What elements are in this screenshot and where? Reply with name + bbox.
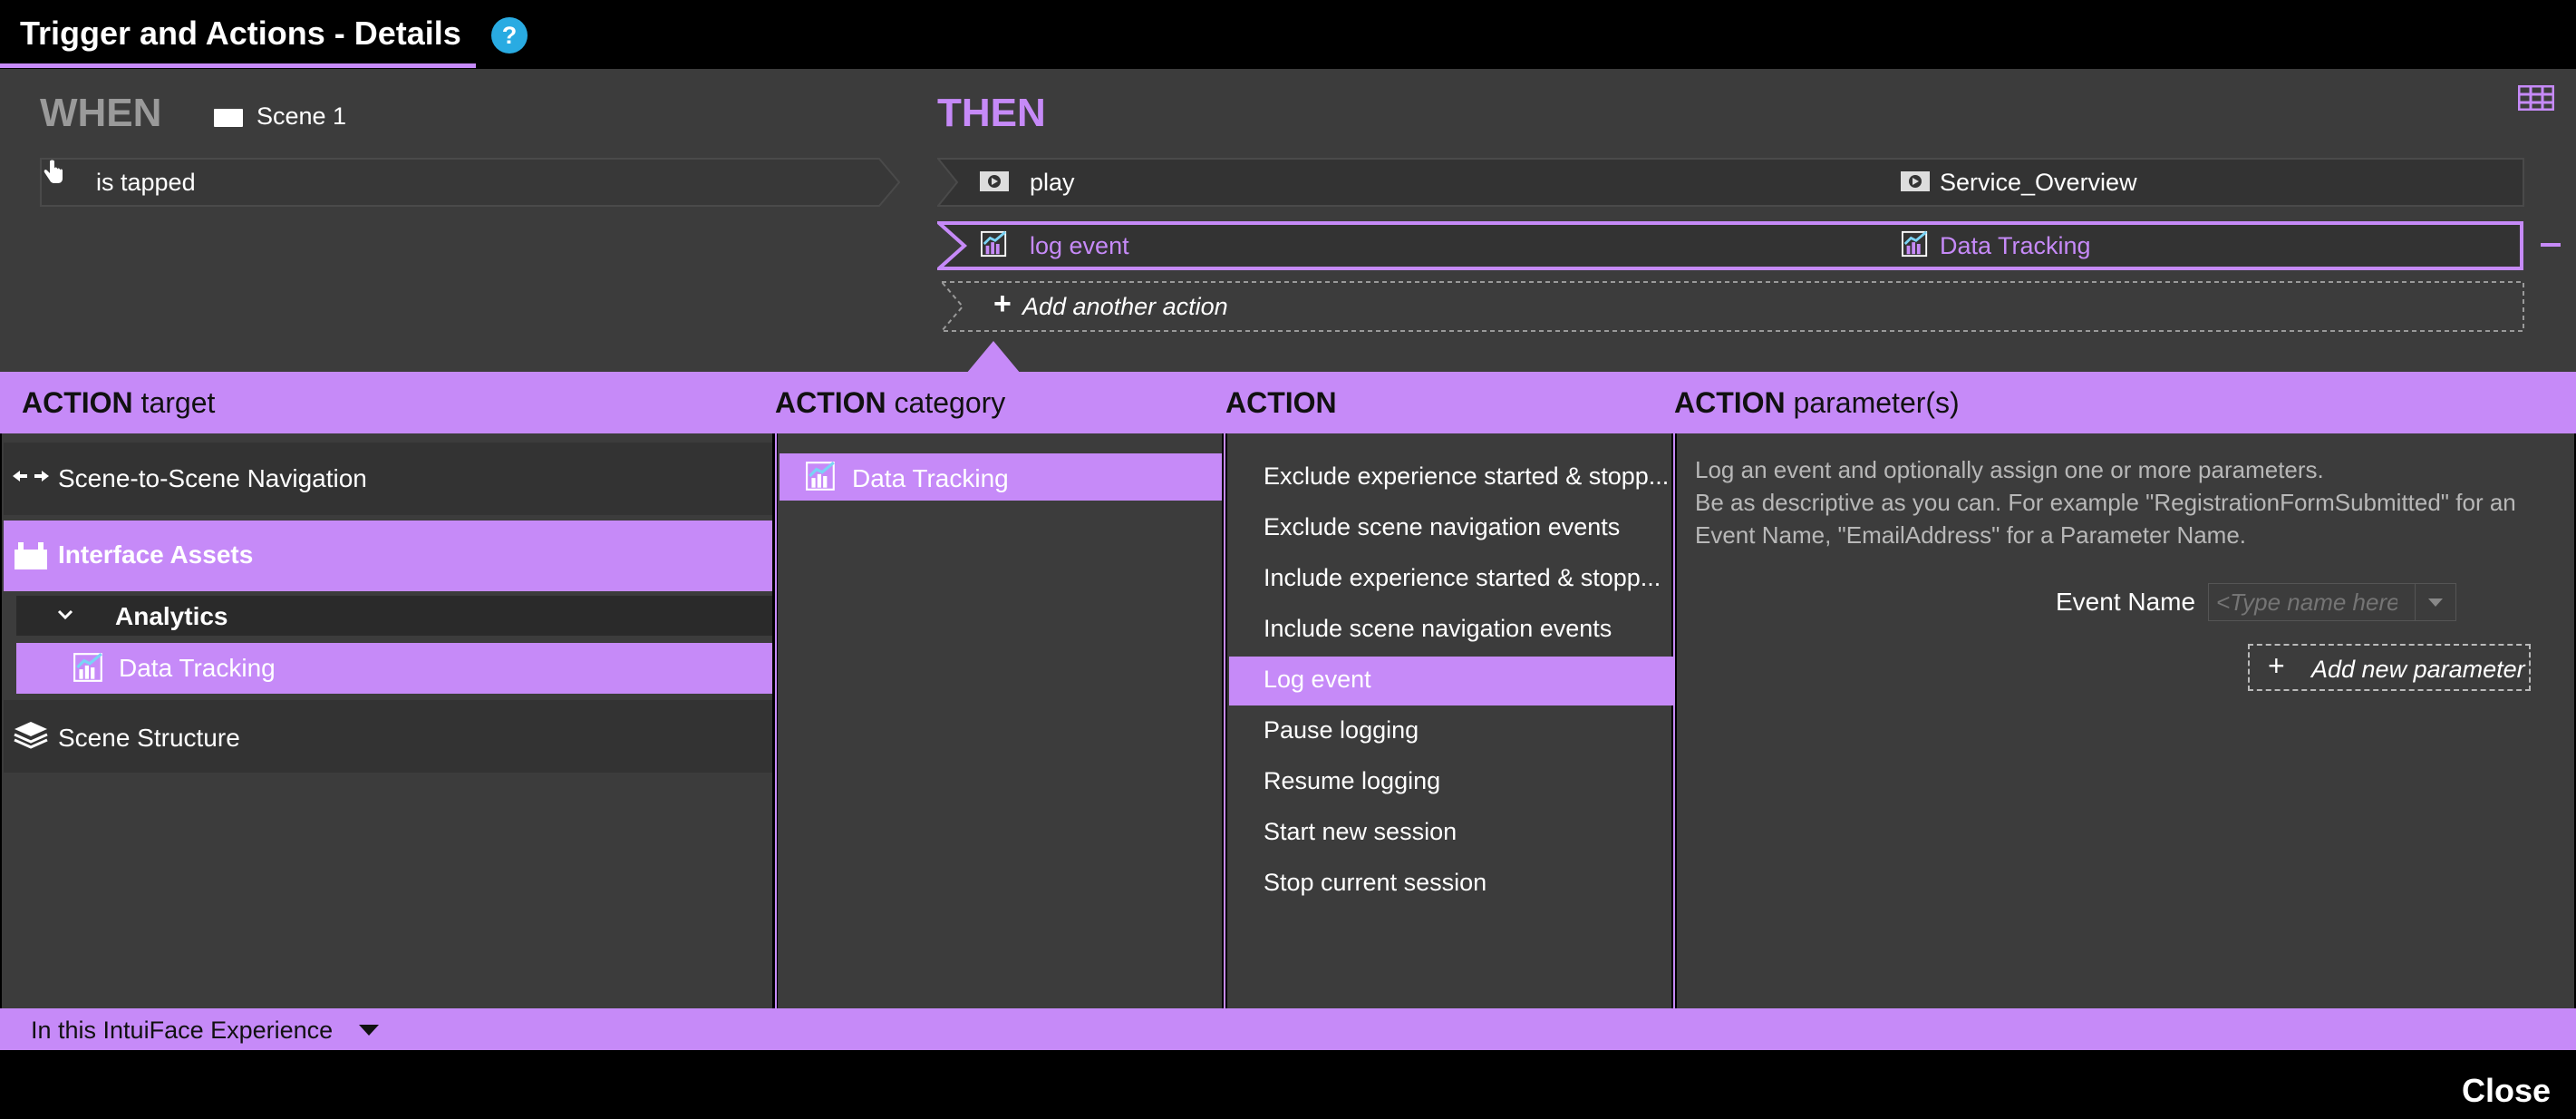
scope-label: In this IntuiFace Experience [31, 1017, 334, 1044]
action-item[interactable]: Stop current session [1229, 860, 1673, 909]
when-label: WHEN [40, 91, 162, 135]
target-data-tracking[interactable]: Data Tracking [16, 643, 772, 694]
action-item-label: Include experience started & stopp... [1264, 564, 1661, 591]
title-bar: Trigger and Actions - Details ? [0, 0, 2576, 69]
column-headers: ACTION target ACTION category ACTION ACT… [0, 372, 2576, 433]
add-action-button[interactable]: + Add another action [941, 281, 2525, 332]
description-line: Log an event and optionally assign one o… [1695, 456, 2324, 483]
add-parameter-button[interactable]: + Add new parameter [2248, 644, 2531, 691]
help-icon[interactable]: ? [491, 17, 528, 54]
title-underline [0, 63, 476, 68]
target-label: Data Tracking [119, 654, 276, 682]
then-label: THEN [937, 91, 1046, 135]
action-target: Data Tracking [1940, 232, 2091, 259]
action-row-selected[interactable]: log event Data Tracking [937, 221, 2525, 270]
layers-icon [14, 722, 48, 749]
action-item-label: Exclude scene navigation events [1264, 513, 1621, 540]
category-panel [778, 433, 1222, 1008]
action-item[interactable]: Exclude scene navigation events [1229, 504, 1673, 553]
grid-icon[interactable] [2518, 85, 2554, 111]
target-interface-assets[interactable]: Interface Assets [4, 521, 772, 591]
video-icon [980, 171, 1009, 191]
close-button[interactable]: Close [2462, 1072, 2551, 1110]
event-name-combobox[interactable] [2208, 583, 2456, 621]
scene-icon [214, 109, 243, 127]
event-name-input[interactable] [2216, 588, 2397, 617]
selection-pointer [966, 341, 1021, 374]
action-item[interactable]: Include scene navigation events [1229, 606, 1673, 655]
action-row[interactable]: play Service_Overview [937, 158, 2525, 207]
target-label: Scene-to-Scene Navigation [58, 464, 367, 492]
plus-icon: + [2268, 649, 2285, 682]
dropdown-caret-icon [359, 1025, 379, 1036]
chart-icon [73, 652, 102, 682]
arrows-icon [13, 471, 49, 482]
action-item[interactable]: Include experience started & stopp... [1229, 555, 1673, 604]
chevron-down-icon [57, 609, 73, 620]
chart-icon [1902, 230, 1928, 258]
header-action-category: ACTION category [775, 386, 1006, 419]
category-data-tracking[interactable]: Data Tracking [780, 453, 1222, 501]
action-target: Service_Overview [1940, 169, 2137, 196]
header-action-target: ACTION target [22, 386, 216, 419]
target-label: Scene Structure [58, 724, 240, 752]
action-row-shape [937, 158, 2524, 207]
action-item[interactable]: Pause logging [1229, 707, 1673, 756]
action-item-label: Start new session [1264, 818, 1457, 845]
header-action-parameters: ACTION parameter(s) [1674, 386, 1960, 419]
action-item-label: Stop current session [1264, 869, 1487, 896]
action-item-label: Resume logging [1264, 767, 1441, 794]
event-name-label: Event Name [2056, 588, 2196, 616]
action-item[interactable]: Start new session [1229, 809, 1673, 858]
scope-selector[interactable]: In this IntuiFace Experience [0, 1008, 2576, 1050]
trigger-source[interactable]: Scene 1 [257, 102, 346, 131]
target-scene-navigation[interactable]: Scene-to-Scene Navigation [4, 443, 772, 515]
bottom-bar: Close [0, 1050, 2576, 1119]
action-item-label: Exclude experience started & stopp... [1264, 462, 1670, 490]
window-title: Trigger and Actions - Details [20, 15, 461, 52]
toolbox-icon [15, 542, 47, 569]
minus-icon[interactable] [2541, 243, 2561, 247]
action-description: Log an event and optionally assign one o… [1695, 453, 2556, 551]
chart-icon [981, 230, 1007, 258]
group-label: Analytics [115, 602, 228, 630]
action-item-label: Log event [1264, 666, 1371, 693]
trigger-label: is tapped [96, 169, 196, 196]
column-divider [775, 433, 777, 1008]
add-action-label: Add another action [1022, 293, 1228, 320]
target-scene-structure[interactable]: Scene Structure [4, 700, 772, 773]
action-item-label: Include scene navigation events [1264, 615, 1612, 642]
description-line: Be as descriptive as you can. For exampl… [1695, 489, 2516, 516]
action-item-selected[interactable]: Log event [1229, 657, 1673, 705]
trigger-row[interactable]: is tapped [40, 158, 901, 207]
header-action: ACTION [1225, 386, 1337, 419]
action-item-label: Pause logging [1264, 716, 1419, 744]
column-divider [1224, 433, 1225, 1008]
dropdown-caret-icon[interactable] [2415, 584, 2455, 620]
column-divider [1673, 433, 1675, 1008]
add-parameter-label: Add new parameter [2311, 656, 2525, 683]
action-item[interactable]: Exclude experience started & stopp... [1229, 453, 1673, 502]
action-verb: play [1030, 169, 1075, 196]
target-group-analytics[interactable]: Analytics [16, 596, 772, 636]
chart-icon [806, 461, 835, 491]
video-icon [1901, 171, 1930, 191]
action-row-shape [937, 221, 2523, 270]
action-item[interactable]: Resume logging [1229, 758, 1673, 807]
description-line: Event Name, "EmailAddress" for a Paramet… [1695, 521, 2247, 549]
target-label: Interface Assets [58, 540, 254, 569]
hand-icon [44, 160, 63, 183]
plus-icon: + [993, 287, 1012, 321]
category-label: Data Tracking [852, 464, 1009, 492]
action-verb: log event [1030, 232, 1129, 259]
